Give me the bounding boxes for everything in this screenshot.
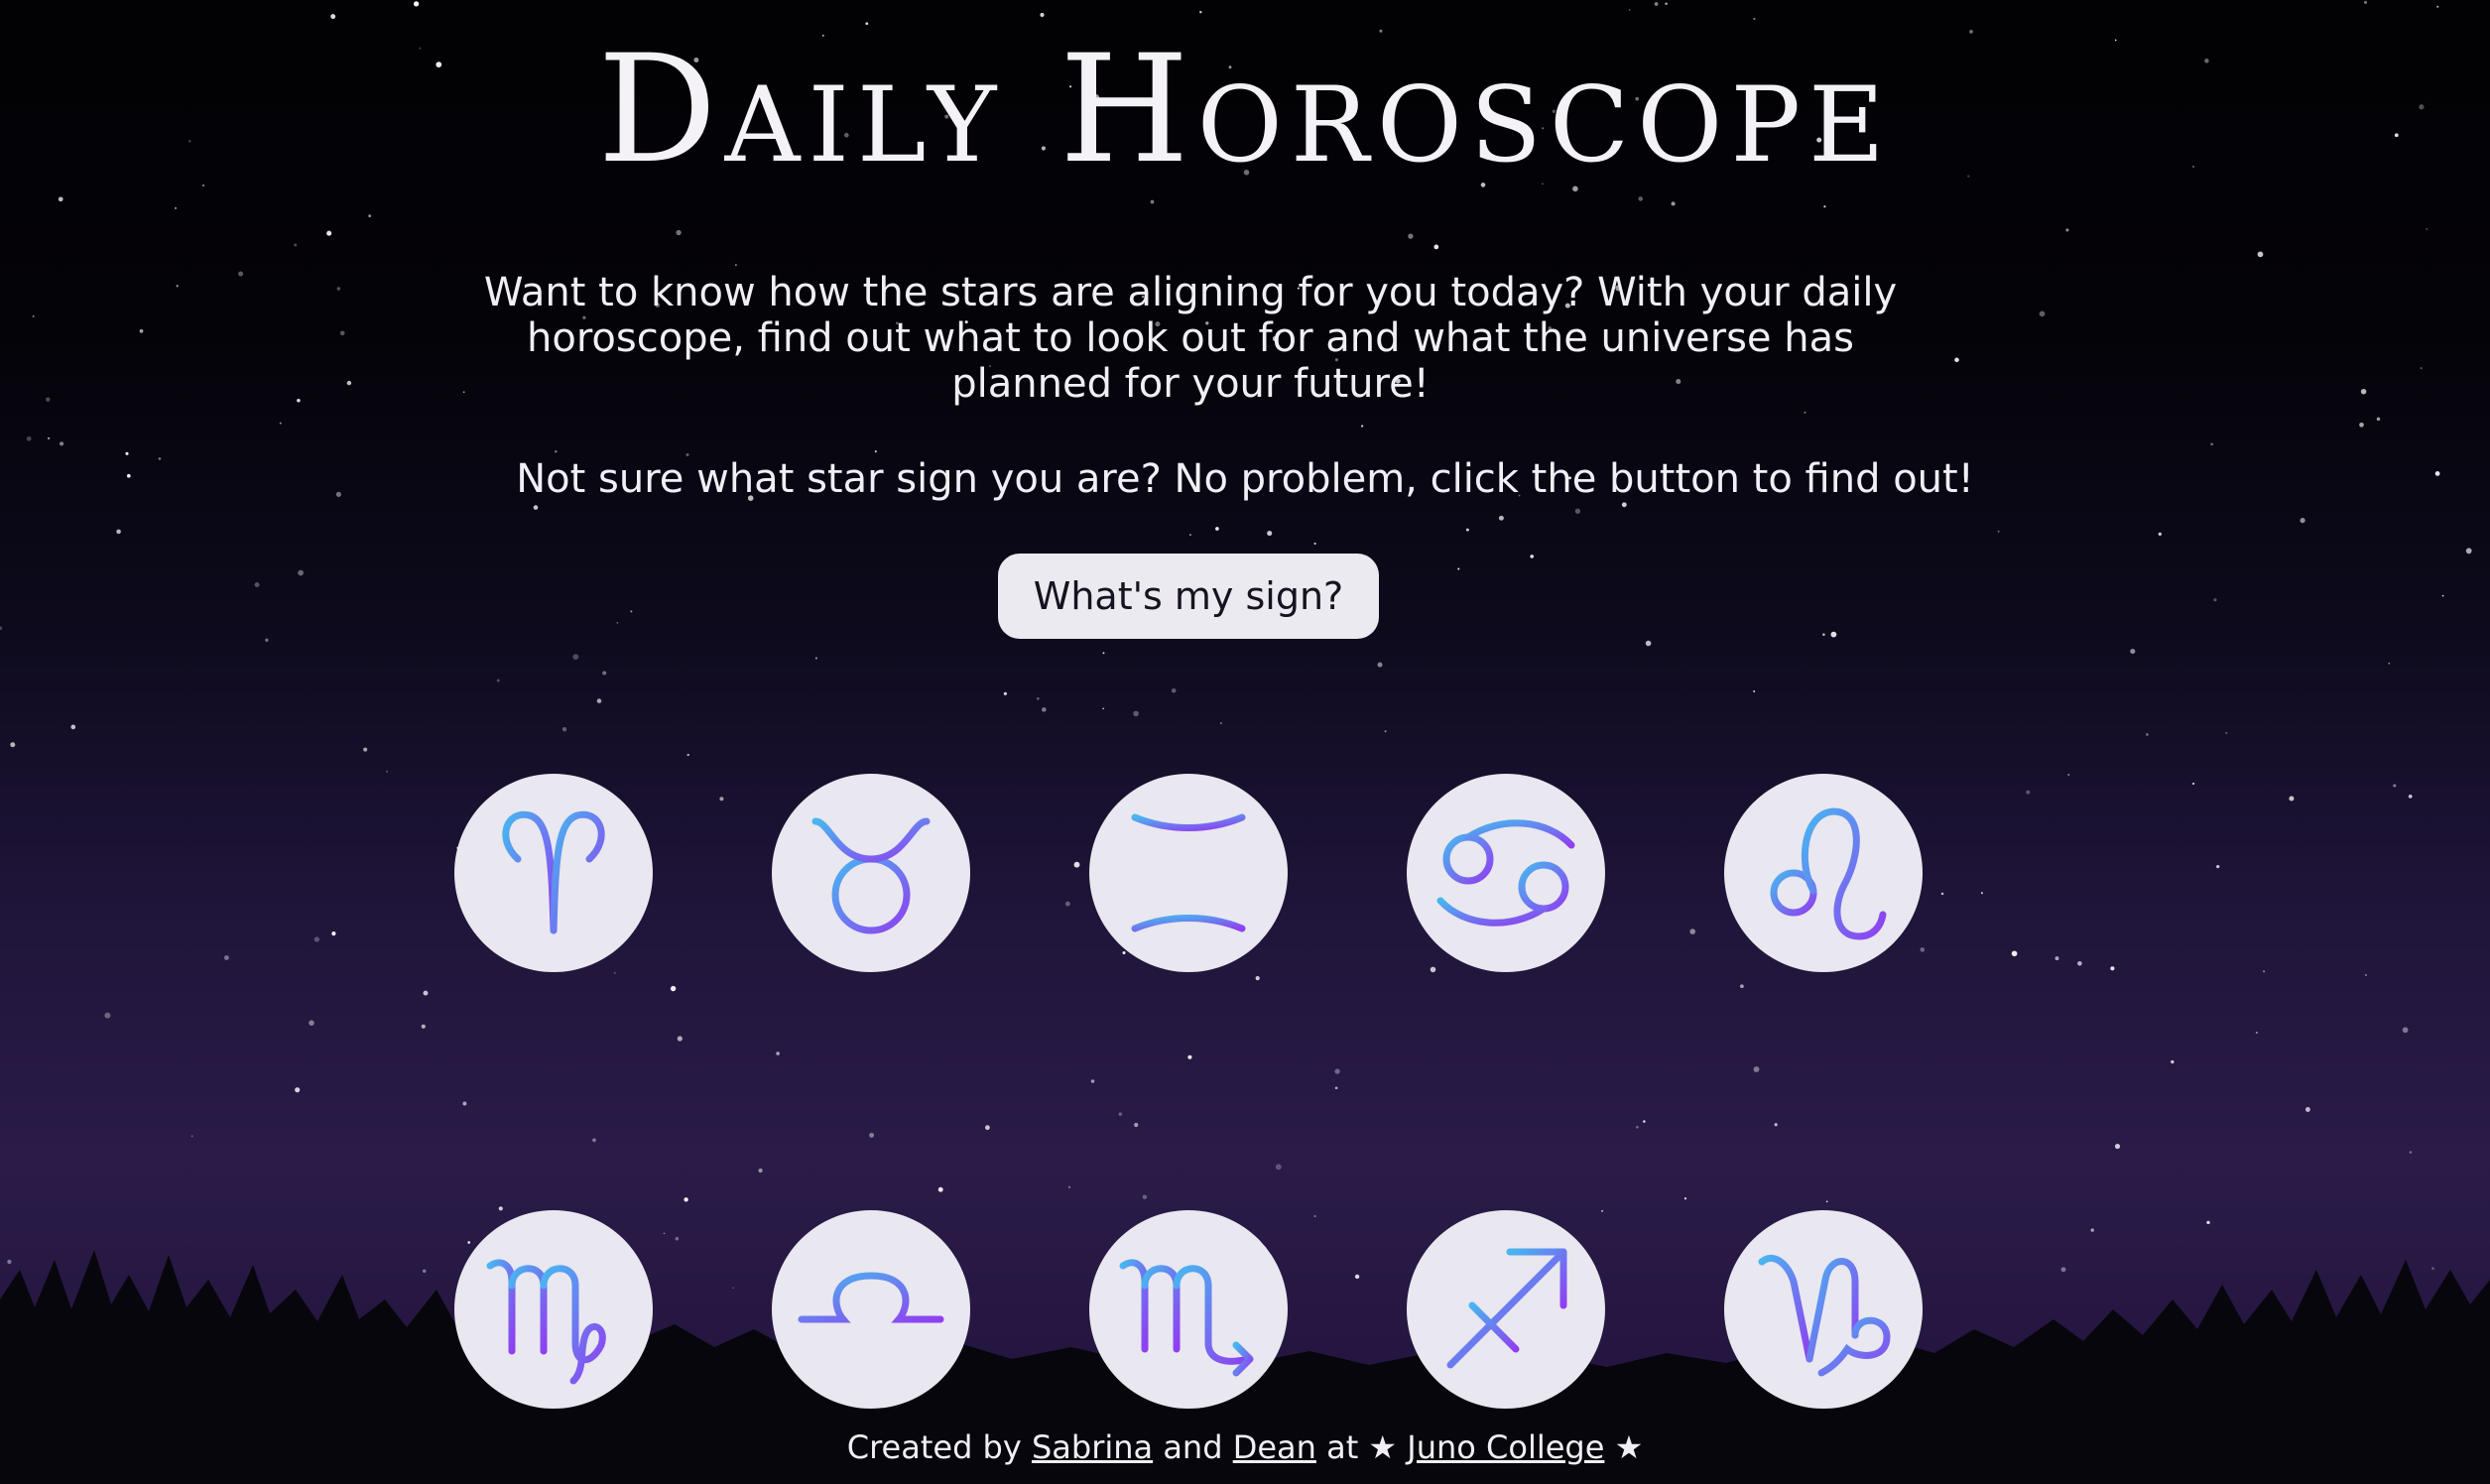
zodiac-cancer-button[interactable]	[1407, 774, 1605, 972]
page-content: Daily Horoscope Want to know how the sta…	[0, 0, 2490, 1484]
footer-and: and	[1163, 1428, 1223, 1466]
footer: Created by Sabrina and Dean at ★ Juno Co…	[0, 1428, 2490, 1466]
sign-prompt-text: Not sure what star sign you are? No prob…	[516, 456, 1974, 502]
zodiac-leo-button[interactable]	[1724, 774, 1923, 972]
zodiac-virgo-button[interactable]	[454, 1210, 653, 1409]
zodiac-aries-button[interactable]	[454, 774, 653, 972]
gemini-icon	[1131, 813, 1246, 932]
footer-at: at	[1326, 1428, 1359, 1466]
aries-icon	[502, 810, 605, 934]
whats-my-sign-button[interactable]: What's my sign?	[998, 554, 1379, 639]
scorpio-icon	[1119, 1259, 1254, 1377]
zodiac-sagittarius-button[interactable]	[1407, 1210, 1605, 1409]
zodiac-scorpio-button[interactable]	[1089, 1210, 1288, 1409]
cancer-icon	[1436, 819, 1575, 927]
leo-icon	[1770, 807, 1887, 940]
capricorn-icon	[1758, 1254, 1891, 1377]
star-icon: ★	[1368, 1428, 1398, 1466]
zodiac-libra-button[interactable]	[772, 1210, 970, 1409]
zodiac-capricorn-button[interactable]	[1724, 1210, 1923, 1409]
libra-icon	[798, 1272, 944, 1351]
zodiac-taurus-button[interactable]	[772, 774, 970, 972]
footer-created-by: Created by	[846, 1428, 1022, 1466]
star-icon: ★	[1614, 1428, 1644, 1466]
author-dean-link[interactable]: Dean	[1233, 1428, 1316, 1466]
zodiac-gemini-button[interactable]	[1089, 774, 1288, 972]
taurus-icon	[811, 817, 931, 934]
juno-college-link[interactable]: Juno College	[1407, 1428, 1604, 1466]
intro-text: Want to know how the stars are aligning …	[483, 270, 1898, 407]
sagittarius-icon	[1446, 1248, 1567, 1369]
page-title: Daily Horoscope	[597, 24, 1893, 196]
author-sabrina-link[interactable]: Sabrina	[1032, 1428, 1153, 1466]
virgo-icon	[486, 1259, 606, 1385]
